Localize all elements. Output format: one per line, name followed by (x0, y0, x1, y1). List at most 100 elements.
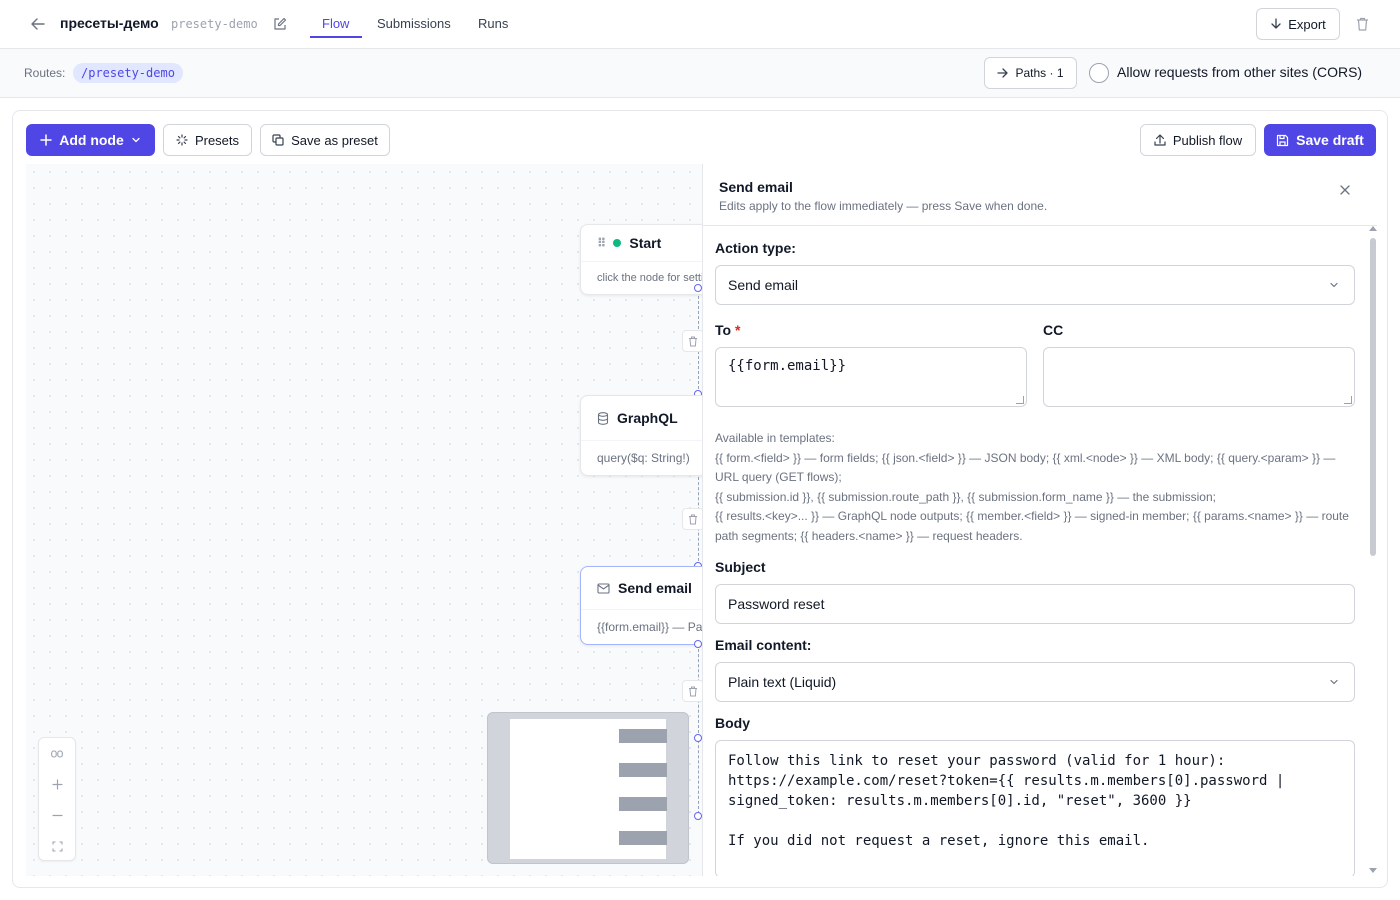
node-settings-panel: Send email Edits apply to the flow immed… (702, 164, 1377, 876)
to-label: To * (715, 322, 740, 338)
body-value: Follow this link to reset your password … (728, 753, 1285, 849)
node-subtitle: click the node for settings (581, 261, 702, 294)
status-dot (613, 239, 622, 247)
node-title: Send email (618, 580, 692, 596)
page-slug: presety-demo (171, 17, 258, 31)
edge-delete-icon[interactable] (682, 330, 702, 352)
drag-handle-icon[interactable]: ⠿ (597, 236, 606, 250)
publish-flow-label: Publish flow (1172, 132, 1243, 148)
action-type-label: Action type: (715, 240, 796, 256)
node-send-email[interactable]: Send email {{form.email}} — Password res… (580, 566, 702, 645)
upload-icon (1154, 134, 1166, 146)
presets-button[interactable]: Presets (163, 124, 252, 156)
panel-description: Edits apply to the flow immediately — pr… (719, 199, 1048, 213)
tab-submissions[interactable]: Submissions (377, 16, 451, 31)
add-node-button[interactable]: Add node (26, 124, 155, 156)
loader-icon (176, 134, 188, 146)
panel-title: Send email (719, 179, 793, 195)
to-field[interactable]: {{form.email}} (715, 347, 1027, 407)
panel-scrollbar[interactable] (1368, 226, 1377, 876)
minimap-node (619, 763, 667, 777)
scroll-thumb[interactable] (1370, 238, 1376, 556)
to-label-text: To (715, 322, 732, 338)
database-icon (597, 411, 609, 425)
presets-label: Presets (194, 132, 240, 148)
email-content-label: Email content: (715, 637, 812, 653)
tab-flow[interactable]: Flow (322, 16, 349, 31)
node-start[interactable]: ⠿ Start click the node for settings (580, 224, 702, 295)
chevron-down-icon (1330, 679, 1338, 685)
email-content-select[interactable]: Plain text (Liquid) (715, 662, 1355, 702)
chevron-down-icon (132, 137, 140, 143)
save-as-preset-button[interactable]: Save as preset (260, 124, 390, 156)
scroll-down-icon[interactable] (1369, 868, 1377, 873)
subject-label: Subject (715, 559, 766, 575)
subject-input[interactable]: Password reset (715, 584, 1355, 624)
action-type-value: Send email (728, 277, 799, 293)
copy-icon (272, 134, 284, 146)
node-title: Start (629, 235, 662, 251)
subject-value: Password reset (728, 596, 825, 612)
node-handle[interactable] (694, 284, 702, 292)
node-subtitle: query($q: String!) (581, 440, 702, 475)
to-value: {{form.email}} (728, 358, 847, 374)
action-type-select[interactable]: Send email (715, 265, 1355, 305)
resize-grip-icon[interactable] (1344, 396, 1352, 404)
email-content-value: Plain text (Liquid) (728, 674, 837, 690)
minimap[interactable] (487, 712, 689, 864)
save-icon (1277, 134, 1289, 146)
minimap-node (619, 729, 667, 743)
arrow-right-icon (997, 68, 1009, 78)
publish-flow-button[interactable]: Publish flow (1140, 124, 1256, 156)
paths-button[interactable]: Paths · 1 (984, 57, 1077, 89)
fullscreen-icon[interactable] (39, 831, 75, 862)
edit-icon[interactable] (270, 14, 290, 34)
export-button[interactable]: Export (1256, 8, 1340, 40)
template-help-text: Available in templates: {{ form.<field> … (715, 431, 1349, 543)
body-label: Body (715, 715, 750, 731)
mail-icon (597, 582, 610, 594)
top-header: пресеты-демо presety-demo Flow Submissio… (0, 0, 1400, 49)
add-node-label: Add node (59, 132, 124, 148)
export-label: Export (1288, 16, 1326, 32)
save-draft-button[interactable]: Save draft (1264, 124, 1376, 156)
paths-label: Paths · 1 (1015, 66, 1064, 80)
edge-delete-icon[interactable] (682, 508, 702, 530)
fit-link-icon[interactable] (39, 738, 75, 769)
tab-runs[interactable]: Runs (478, 16, 508, 31)
node-handle[interactable] (694, 734, 702, 742)
save-as-preset-label: Save as preset (291, 132, 378, 148)
node-title: GraphQL (617, 410, 678, 426)
back-arrow-icon[interactable] (28, 14, 48, 34)
chevron-down-icon (1330, 282, 1338, 288)
scroll-up-icon[interactable] (1369, 226, 1377, 231)
cc-label: CC (1043, 322, 1064, 338)
canvas-controls (38, 737, 76, 861)
flow-canvas[interactable]: ⠿ Start click the node for settings Grap… (26, 164, 702, 876)
cors-checkbox[interactable] (1089, 63, 1109, 83)
node-graphql[interactable]: GraphQL query($q: String!) (580, 395, 702, 476)
resize-grip-icon[interactable] (1016, 396, 1024, 404)
save-draft-label: Save draft (1296, 132, 1364, 148)
routes-bar: Routes: /presety-demo Paths · 1 Allow re… (0, 49, 1400, 98)
zoom-in-icon[interactable] (39, 769, 75, 800)
cc-field[interactable] (1043, 347, 1355, 407)
active-tab-indicator (310, 36, 362, 38)
route-chip[interactable]: /presety-demo (73, 63, 183, 83)
node-subtitle: {{form.email}} — Password reset (581, 609, 702, 644)
edge-delete-icon[interactable] (682, 680, 702, 702)
plus-icon (40, 134, 52, 146)
divider (703, 225, 1377, 226)
zoom-out-icon[interactable] (39, 800, 75, 831)
node-handle[interactable] (694, 812, 702, 820)
body-textarea[interactable]: Follow this link to reset your password … (715, 740, 1355, 876)
trash-icon[interactable] (1352, 14, 1372, 34)
required-asterisk: * (734, 322, 741, 338)
cors-label: Allow requests from other sites (CORS) (1117, 64, 1363, 80)
edge-line (698, 644, 699, 814)
close-icon[interactable] (1335, 180, 1355, 200)
flow-editor-card: Add node Presets Save as preset Publish … (12, 110, 1388, 888)
minimap-node (619, 831, 667, 845)
node-handle[interactable] (694, 640, 702, 648)
minimap-node (619, 797, 667, 811)
